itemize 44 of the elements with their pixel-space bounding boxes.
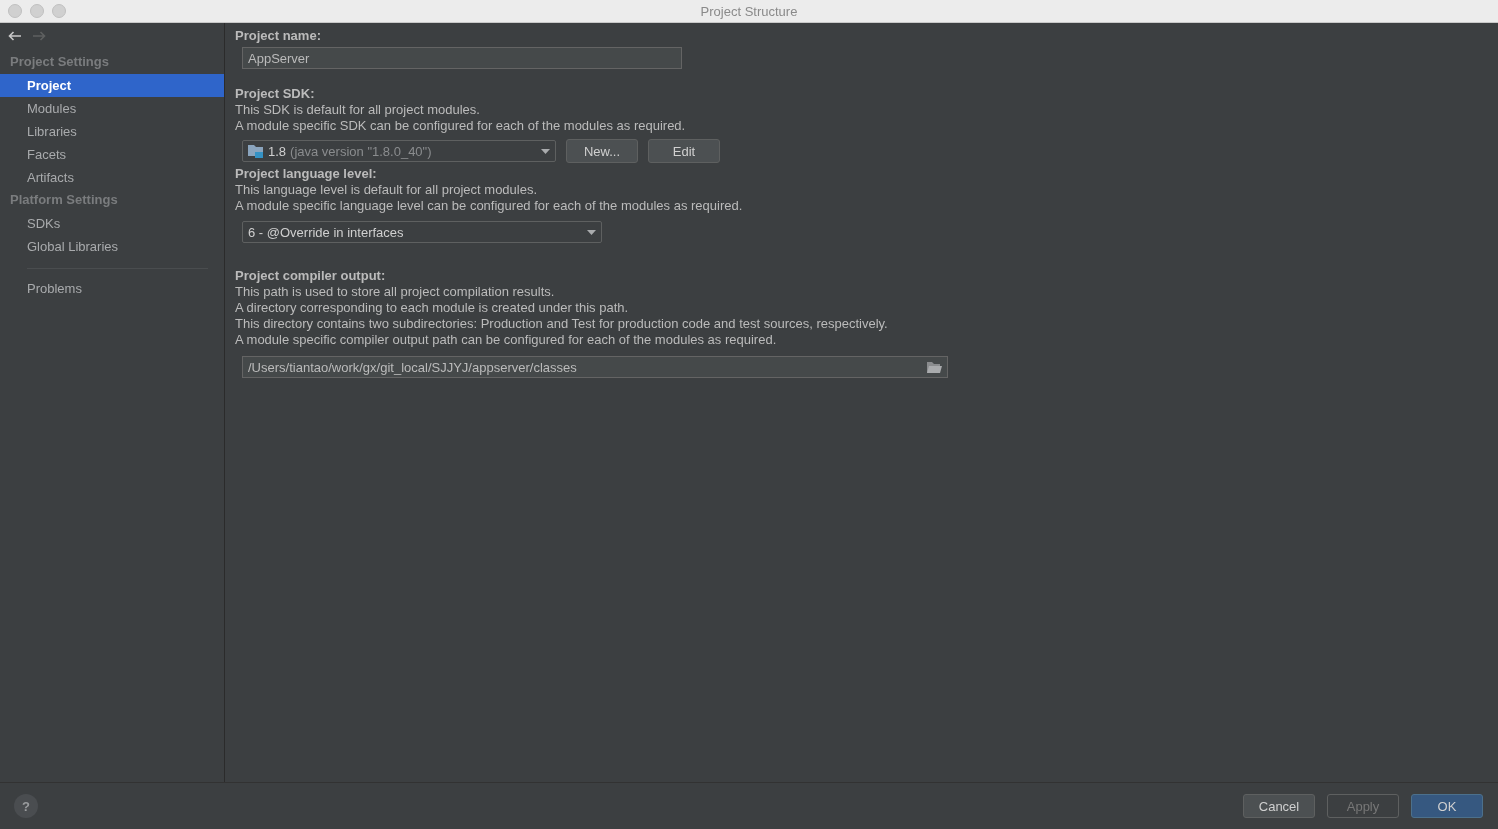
sidebar-item[interactable]: Global Libraries [0, 235, 224, 258]
description-text: A module specific language level can be configured for each of the modules as required. [235, 198, 744, 214]
description-text: This directory contains two subdirectories: Production and Test for production code and test sources, respectively. [235, 316, 889, 332]
sdk-button[interactable]: Edit [648, 139, 720, 163]
field-label: Project SDK: [235, 86, 316, 102]
field-value: /Users/tiantao/work/gx/git_local/SJJYJ/appserver/classes [248, 359, 577, 375]
field-label: Project name: [235, 28, 322, 44]
description-text: A module specific compiler output path can be configured for each of the modules as required. [235, 332, 778, 348]
description-text: This path is used to store all project compilation results. [235, 284, 556, 300]
folder-icon [248, 144, 264, 158]
language-level-dropdown[interactable]: 6 - @Override in interfaces [242, 221, 602, 243]
section-title: Platform Settings [9, 191, 119, 209]
field-label: Project compiler output: [235, 268, 387, 284]
output-path-field[interactable]: /Users/tiantao/work/gx/git_local/SJJYJ/appserver/classes [242, 356, 948, 378]
zoom-button[interactable] [52, 4, 66, 18]
description-text: This language level is default for all project modules. [235, 182, 539, 198]
section-title: Project Settings [9, 53, 110, 71]
caret-icon [541, 148, 550, 154]
field-label: Project language level: [235, 166, 378, 182]
project-name-field[interactable]: AppServer [242, 47, 682, 69]
dialog-button[interactable]: OK [1411, 794, 1483, 818]
sidebar-item[interactable]: Project [0, 74, 224, 97]
sidebar-item[interactable]: Problems [0, 277, 224, 300]
sidebar-item[interactable]: Libraries [0, 120, 224, 143]
description-text: A directory corresponding to each module is created under this path. [235, 300, 630, 316]
back-arrow-icon[interactable] [8, 31, 22, 41]
caret-icon [587, 229, 596, 235]
sidebar-item[interactable]: Modules [0, 97, 224, 120]
sidebar-item[interactable]: SDKs [0, 212, 224, 235]
description-text: A module specific SDK can be configured for each of the modules as required. [235, 118, 687, 134]
dropdown-value: 6 - @Override in interfaces [248, 224, 404, 240]
close-button[interactable] [8, 4, 22, 18]
sdk-button[interactable]: New... [566, 139, 638, 163]
dialog-button[interactable]: Cancel [1243, 794, 1315, 818]
minimize-button[interactable] [30, 4, 44, 18]
description-text: This SDK is default for all project modules. [235, 102, 481, 118]
sdk-dropdown[interactable]: 1.8 (java version "1.8.0_40") [242, 140, 556, 162]
sdk-name: 1.8 [268, 143, 287, 159]
folder-icon[interactable] [927, 361, 942, 373]
help-button[interactable]: ? [14, 794, 38, 818]
sidebar-item[interactable]: Artifacts [0, 166, 224, 189]
window-title: Project Structure [700, 3, 798, 19]
sdk-version: (java version "1.8.0_40") [290, 143, 432, 159]
sidebar-item[interactable]: Facets [0, 143, 224, 166]
